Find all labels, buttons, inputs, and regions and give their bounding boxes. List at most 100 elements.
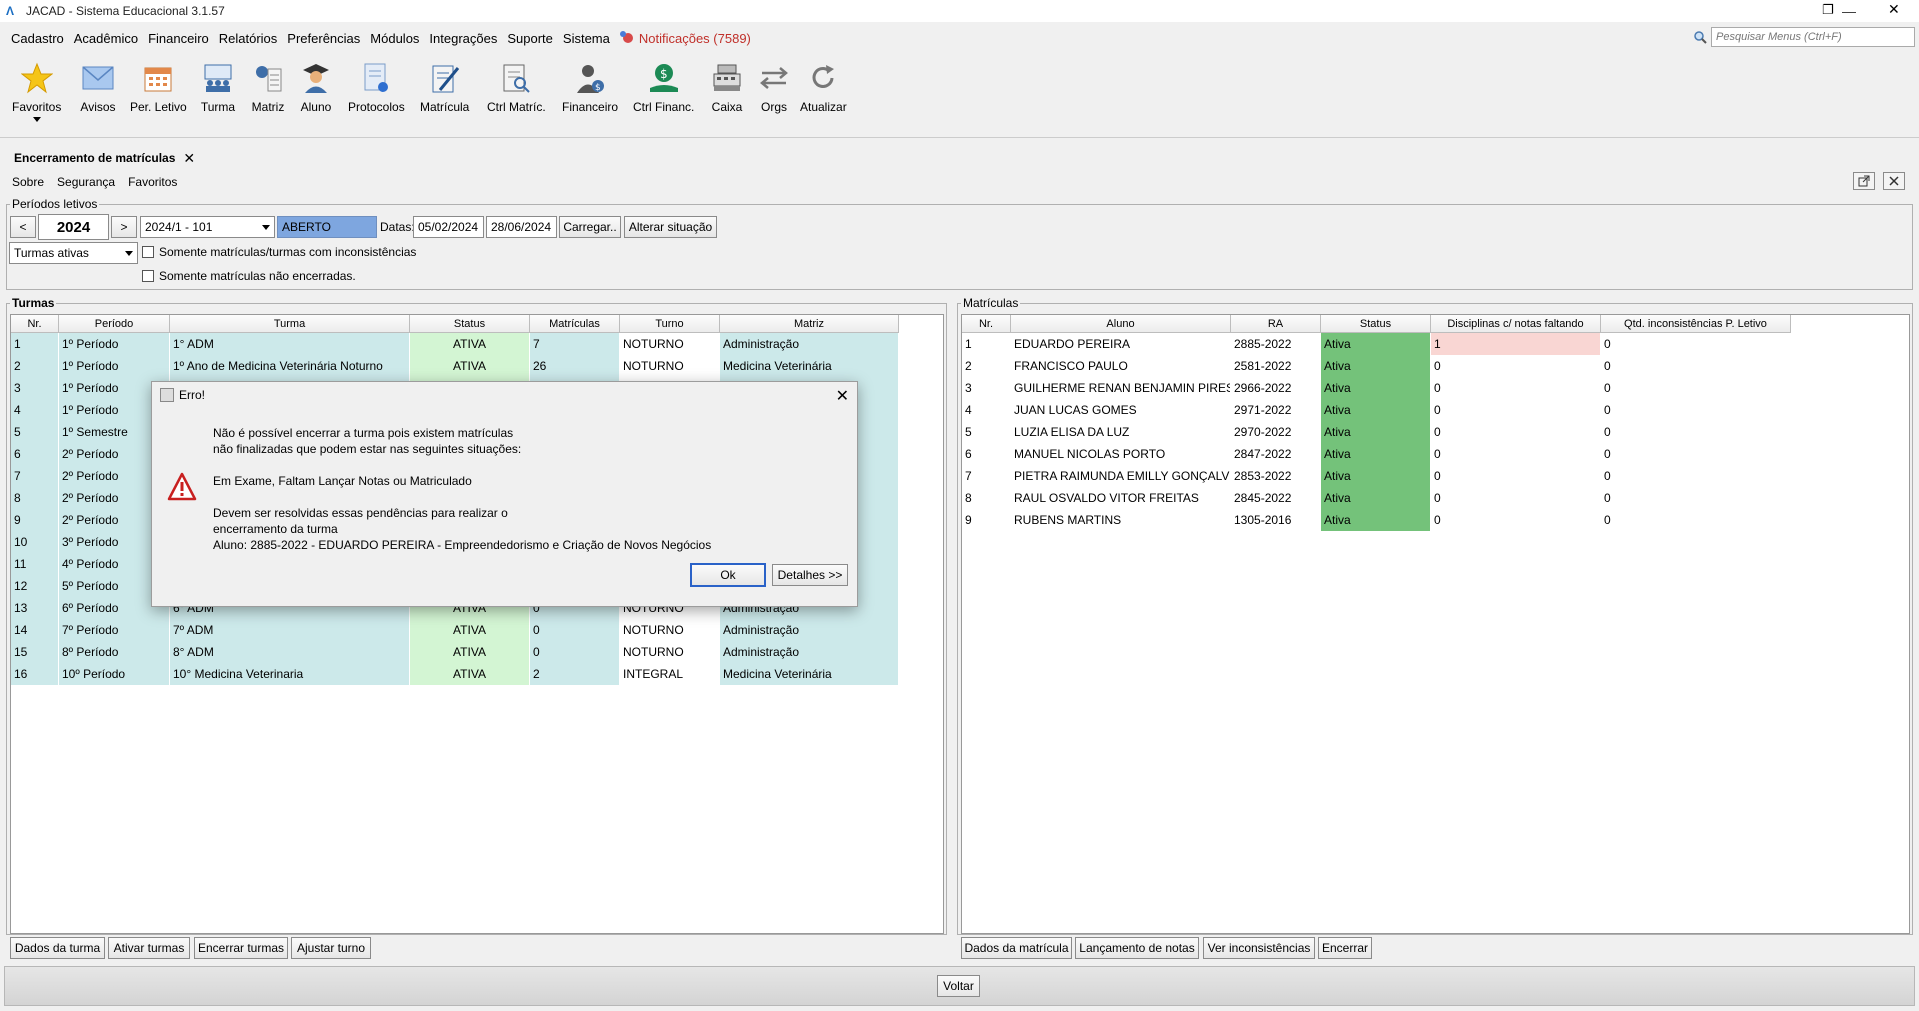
table-cell: 2966-2022 bbox=[1231, 377, 1321, 399]
table-cell: Ativa bbox=[1321, 399, 1431, 421]
matriculas-col-header[interactable]: RA bbox=[1231, 315, 1321, 333]
submenu-favoritos[interactable]: Favoritos bbox=[128, 175, 177, 189]
toolbar-financeiro[interactable]: $ Financeiro bbox=[562, 60, 618, 114]
notifications-label: Notificações (7589) bbox=[638, 30, 751, 46]
close-panel-button[interactable] bbox=[1883, 172, 1905, 190]
table-cell: ATIVA bbox=[410, 333, 530, 355]
period-select[interactable]: 2024/1 - 101 bbox=[140, 216, 275, 238]
toolbar-orgs[interactable]: Orgs bbox=[756, 60, 792, 114]
table-cell: 0 bbox=[1601, 443, 1791, 465]
dados-turma-button[interactable]: Dados da turma bbox=[10, 937, 105, 959]
menu-academico[interactable]: Acadêmico bbox=[74, 31, 138, 46]
table-cell: PIETRA RAIMUNDA EMILLY GONÇALVES bbox=[1011, 465, 1231, 487]
submenu-sobre[interactable]: Sobre bbox=[12, 175, 44, 189]
matriculas-col-header[interactable]: Qtd. inconsistências P. Letivo bbox=[1601, 315, 1791, 333]
table-row[interactable]: 5 LUZIA ELISA DA LUZ 2970-2022 Ativa 0 0 bbox=[962, 421, 1791, 443]
turmas-col-header[interactable]: Matrículas bbox=[530, 315, 620, 333]
toolbar-aluno[interactable]: Aluno bbox=[298, 60, 334, 114]
dialog-details-button[interactable]: Detalhes >> bbox=[772, 564, 848, 586]
toolbar-ctrl-matric[interactable]: Ctrl Matríc. bbox=[487, 60, 546, 114]
toolbar-avisos[interactable]: Avisos bbox=[80, 60, 116, 114]
date-start-field[interactable]: 05/02/2024 bbox=[413, 216, 484, 238]
orgs-arrows-icon bbox=[756, 60, 792, 96]
ver-inconsistencias-button[interactable]: Ver inconsistências bbox=[1203, 937, 1315, 959]
menu-relatorios[interactable]: Relatórios bbox=[219, 31, 278, 46]
table-row[interactable]: 8 RAUL OSVALDO VITOR FREITAS 2845-2022 Ativ… bbox=[962, 487, 1791, 509]
toolbar-matriz[interactable]: Matriz bbox=[250, 60, 286, 114]
dados-matricula-button[interactable]: Dados da matrícula bbox=[961, 937, 1072, 959]
minimize-button-2[interactable] bbox=[1774, 0, 1820, 22]
prev-year-button[interactable]: < bbox=[10, 216, 36, 238]
turmas-col-header[interactable]: Período bbox=[59, 315, 170, 333]
menu-financeiro[interactable]: Financeiro bbox=[148, 31, 209, 46]
menu-notificacoes[interactable]: Notificações (7589) bbox=[619, 30, 751, 46]
toolbar-ctrl-financ[interactable]: $ Ctrl Financ. bbox=[633, 60, 694, 114]
toolbar-atualizar[interactable]: Atualizar bbox=[800, 60, 847, 114]
voltar-button[interactable]: Voltar bbox=[937, 975, 980, 997]
encerrar-button[interactable]: Encerrar bbox=[1318, 937, 1372, 959]
lancamento-notas-button[interactable]: Lançamento de notas bbox=[1075, 937, 1199, 959]
turmas-col-header[interactable]: Status bbox=[410, 315, 530, 333]
menu-modulos[interactable]: Módulos bbox=[370, 31, 419, 46]
dialog-title: Erro! bbox=[179, 388, 206, 402]
toolbar-favoritos[interactable]: Favoritos bbox=[12, 60, 61, 122]
toolbar-per-letivo[interactable]: Per. Letivo bbox=[130, 60, 187, 114]
table-row[interactable]: 1 EDUARDO PEREIRA 2885-2022 Ativa 1 0 bbox=[962, 333, 1791, 355]
toolbar-turma[interactable]: Turma bbox=[200, 60, 236, 114]
table-row[interactable]: 4 JUAN LUCAS GOMES 2971-2022 Ativa 0 0 bbox=[962, 399, 1791, 421]
table-row[interactable]: 9 RUBENS MARTINS 1305-2016 Ativa 0 0 bbox=[962, 509, 1791, 531]
svg-text:$: $ bbox=[660, 67, 668, 81]
table-row[interactable]: 2 1º Período 1º Ano de Medicina Veterinári… bbox=[11, 355, 899, 377]
inconsistencias-checkbox[interactable]: Somente matrículas/turmas com inconsistê… bbox=[142, 245, 416, 259]
turmas-col-header[interactable]: Turma bbox=[170, 315, 410, 333]
dialog-ok-button[interactable]: Ok bbox=[690, 563, 766, 587]
tab-encerramento[interactable]: Encerramento de matrículas ✕ bbox=[8, 148, 202, 168]
matriculas-col-header[interactable]: Disciplinas c/ notas faltando bbox=[1431, 315, 1601, 333]
toolbar-protocolos[interactable]: Protocolos bbox=[348, 60, 405, 114]
turmas-col-header[interactable]: Nr. bbox=[11, 315, 59, 333]
alterar-situacao-button[interactable]: Alterar situação bbox=[624, 216, 717, 238]
date-end-field[interactable]: 28/06/2024 bbox=[486, 216, 557, 238]
year-field[interactable]: 2024 bbox=[38, 214, 109, 240]
toolbar-caixa[interactable]: Caixa bbox=[709, 60, 745, 114]
next-year-button[interactable]: > bbox=[111, 216, 137, 238]
menu-integracoes[interactable]: Integrações bbox=[429, 31, 497, 46]
matriculas-col-header[interactable]: Status bbox=[1321, 315, 1431, 333]
dialog-close-button[interactable]: ✕ bbox=[836, 386, 849, 406]
menu-cadastro[interactable]: Cadastro bbox=[11, 31, 64, 46]
table-row[interactable]: 1 1º Período 1° ADM ATIVA 7 NOTURNO Administra… bbox=[11, 333, 899, 355]
table-row[interactable]: 7 PIETRA RAIMUNDA EMILLY GONÇALVES 2853-20… bbox=[962, 465, 1791, 487]
table-cell: 0 bbox=[1601, 487, 1791, 509]
ajustar-turno-button[interactable]: Ajustar turno bbox=[291, 937, 371, 959]
table-row[interactable]: 16 10º Período 10° Medicina Veterinaria ATI… bbox=[11, 663, 899, 685]
menu-search-input[interactable]: Pesquisar Menus (Ctrl+F) bbox=[1711, 27, 1915, 47]
nao-encerradas-checkbox[interactable]: Somente matrículas não encerradas. bbox=[142, 269, 356, 283]
turmas-col-header[interactable]: Turno bbox=[620, 315, 720, 333]
restore-button[interactable]: ❐ bbox=[1822, 2, 1834, 18]
carregar-button[interactable]: Carregar.. bbox=[559, 216, 621, 238]
encerrar-turmas-button[interactable]: Encerrar turmas bbox=[194, 937, 288, 959]
table-cell: 0 bbox=[1431, 355, 1601, 377]
tab-close-icon[interactable]: ✕ bbox=[183, 150, 195, 167]
dialog-message-line3: Em Exame, Faltam Lançar Notas ou Matricu… bbox=[213, 474, 472, 488]
menu-preferencias[interactable]: Preferências bbox=[287, 31, 360, 46]
table-cell: 4 bbox=[11, 399, 59, 421]
matriculas-col-header[interactable]: Nr. bbox=[962, 315, 1011, 333]
table-row[interactable]: 3 GUILHERME RENAN BENJAMIN PIRES 2966-2022… bbox=[962, 377, 1791, 399]
detach-window-button[interactable] bbox=[1853, 172, 1875, 190]
toolbar-matricula[interactable]: Matrícula bbox=[420, 60, 469, 114]
table-row[interactable]: 15 8º Período 8° ADM ATIVA 0 NOTURNO Administr… bbox=[11, 641, 899, 663]
menu-suporte[interactable]: Suporte bbox=[507, 31, 553, 46]
close-window-button[interactable]: ✕ bbox=[1888, 1, 1900, 18]
ativar-turmas-button[interactable]: Ativar turmas bbox=[108, 937, 190, 959]
submenu-seguranca[interactable]: Segurança bbox=[57, 175, 115, 189]
turmas-filter-select[interactable]: Turmas ativas bbox=[9, 242, 138, 264]
matriculas-col-header[interactable]: Aluno bbox=[1011, 315, 1231, 333]
menu-sistema[interactable]: Sistema bbox=[563, 31, 610, 46]
table-row[interactable]: 2 FRANCISCO PAULO 2581-2022 Ativa 0 0 bbox=[962, 355, 1791, 377]
table-row[interactable]: 14 7º Período 7º ADM ATIVA 0 NOTURNO Administr… bbox=[11, 619, 899, 641]
turmas-col-header[interactable]: Matriz bbox=[720, 315, 899, 333]
table-row[interactable]: 6 MANUEL NICOLAS PORTO 2847-2022 Ativa 0 0 bbox=[962, 443, 1791, 465]
matriculas-table[interactable]: Nr. Aluno RA Status Disciplinas c/ notas fal… bbox=[961, 314, 1910, 934]
table-cell: 1 bbox=[962, 333, 1011, 355]
